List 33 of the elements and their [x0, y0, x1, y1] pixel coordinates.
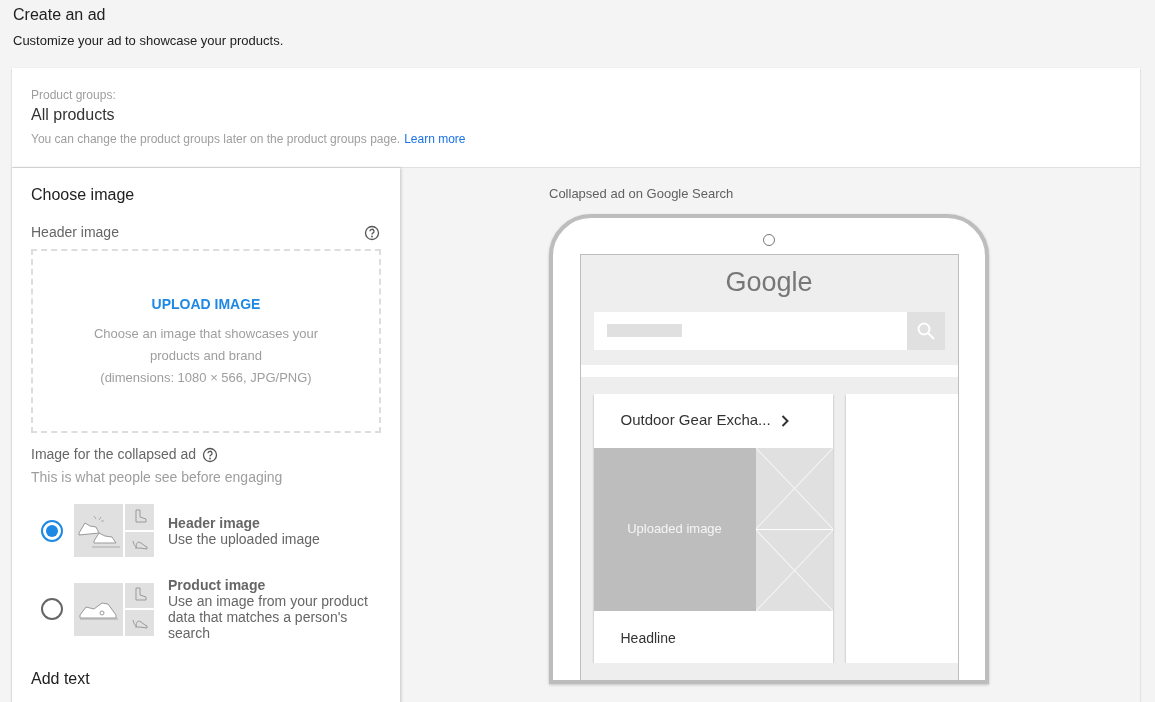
- page-title: Create an ad: [13, 5, 107, 25]
- business-name: Outdoor Gear Excha...: [620, 410, 771, 431]
- preview-caption: Collapsed ad on Google Search: [549, 185, 735, 203]
- search-field[interactable]: [593, 311, 945, 350]
- upload-image-button[interactable]: UPLOAD IMAGE: [151, 293, 261, 315]
- learn-more-link[interactable]: Learn more: [404, 131, 466, 147]
- upload-dropzone[interactable]: UPLOAD IMAGE Choose an image that showcases your products and brand (dimensions: 1080 × 566, JPG/PNG): [31, 249, 381, 433]
- chevron-right-icon: [780, 414, 790, 427]
- collapsed-ad-hint: This is what people see before engaging: [31, 468, 284, 487]
- option-description: Use an image from your product data that matches a person's search: [168, 593, 369, 641]
- product-groups-note: You can change the product groups later on the product groups page.: [31, 131, 401, 147]
- choose-image-heading: Choose image: [31, 185, 136, 205]
- page-subtitle: Customize your ad to showcase your products.: [13, 32, 285, 50]
- radio-button[interactable]: [41, 598, 63, 620]
- help-icon[interactable]: [202, 446, 218, 463]
- collapsed-ad-label: Image for the collapsed ad: [31, 445, 196, 464]
- radio-button[interactable]: [41, 519, 63, 542]
- ad-headline: Headline: [619, 628, 677, 648]
- option-title: Product image: [168, 577, 267, 593]
- add-text-heading: Add text: [31, 669, 91, 689]
- header-image-label: Header image: [31, 223, 119, 242]
- option-title: Header image: [168, 514, 261, 531]
- shoe-thumbnail-icon: [74, 504, 154, 557]
- upload-hint: (dimensions: 1080 × 566, JPG/PNG): [100, 368, 312, 387]
- product-groups-value: All products: [31, 105, 116, 125]
- shoe-thumbnail-icon: [74, 582, 154, 636]
- upload-hint: products and brand: [150, 346, 262, 365]
- help-icon[interactable]: [364, 224, 380, 241]
- google-logo: Google: [724, 265, 814, 299]
- uploaded-image-label: Uploaded image: [627, 520, 722, 539]
- upload-hint: Choose an image that showcases your: [94, 324, 318, 343]
- option-description: Use the uploaded image: [168, 530, 321, 547]
- product-groups-label: Product groups:: [31, 88, 117, 102]
